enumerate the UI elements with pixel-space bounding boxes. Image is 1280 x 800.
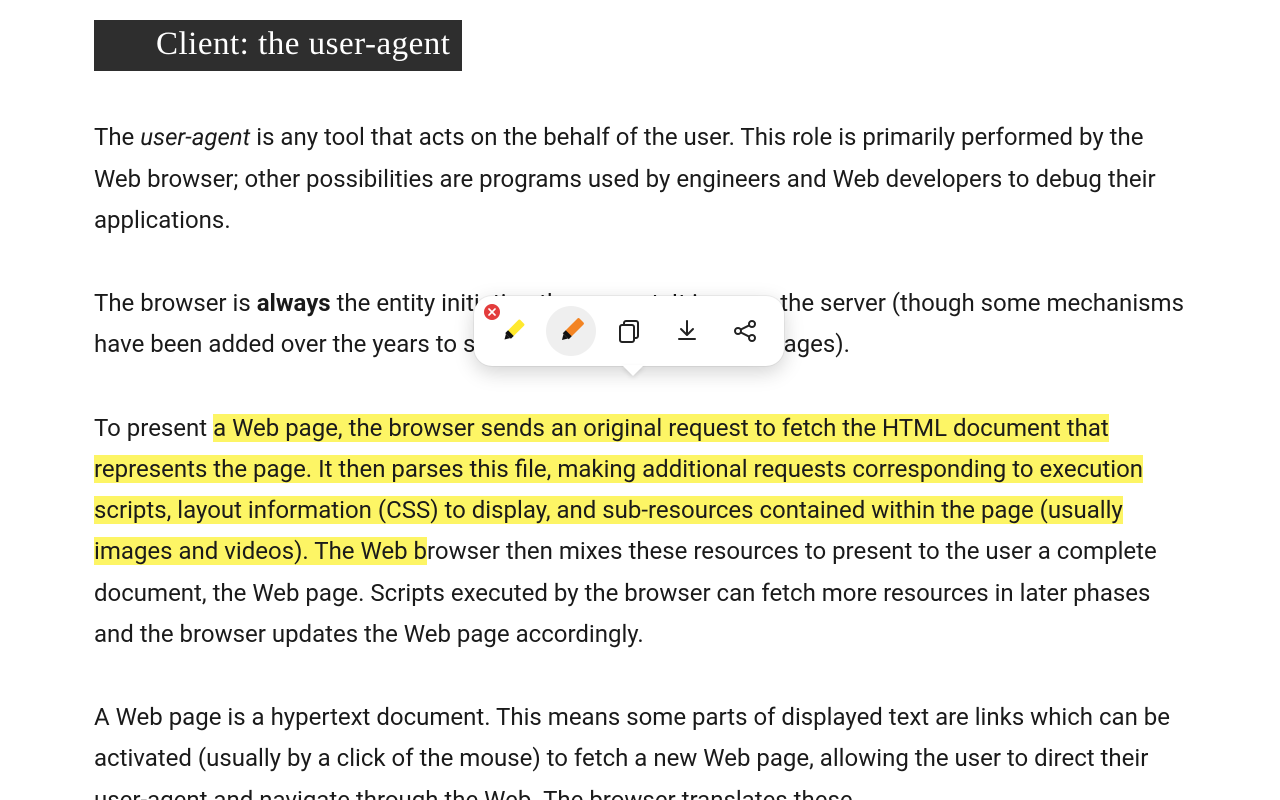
copy-button[interactable] bbox=[604, 306, 654, 356]
paragraph-3: To present a Web page, the browser sends… bbox=[94, 408, 1190, 656]
share-button[interactable] bbox=[720, 306, 770, 356]
section-heading: Client: the user-agent bbox=[94, 20, 462, 71]
copy-icon bbox=[615, 317, 643, 345]
download-icon bbox=[673, 317, 701, 345]
highlight-toolbar bbox=[474, 296, 784, 366]
highlighter-icon bbox=[554, 314, 588, 348]
text: To present bbox=[94, 414, 213, 442]
highlighter-icon bbox=[497, 315, 529, 347]
text: The bbox=[94, 123, 140, 151]
download-button[interactable] bbox=[662, 306, 712, 356]
yellow-highlighter-button[interactable] bbox=[488, 306, 538, 356]
text: The browser is bbox=[94, 289, 257, 317]
document-page: Client: the user-agent The user-agent is… bbox=[0, 0, 1280, 800]
share-icon bbox=[731, 317, 759, 345]
emphasis-user-agent: user-agent bbox=[140, 123, 250, 151]
close-icon bbox=[488, 308, 496, 316]
text: is any tool that acts on the behalf of t… bbox=[94, 123, 1156, 234]
bold-always: always bbox=[257, 289, 331, 317]
paragraph-4: A Web page is a hypertext document. This… bbox=[94, 697, 1190, 800]
orange-highlighter-button[interactable] bbox=[546, 306, 596, 356]
paragraph-1: The user-agent is any tool that acts on … bbox=[94, 117, 1190, 241]
remove-highlight-badge[interactable] bbox=[484, 304, 500, 320]
